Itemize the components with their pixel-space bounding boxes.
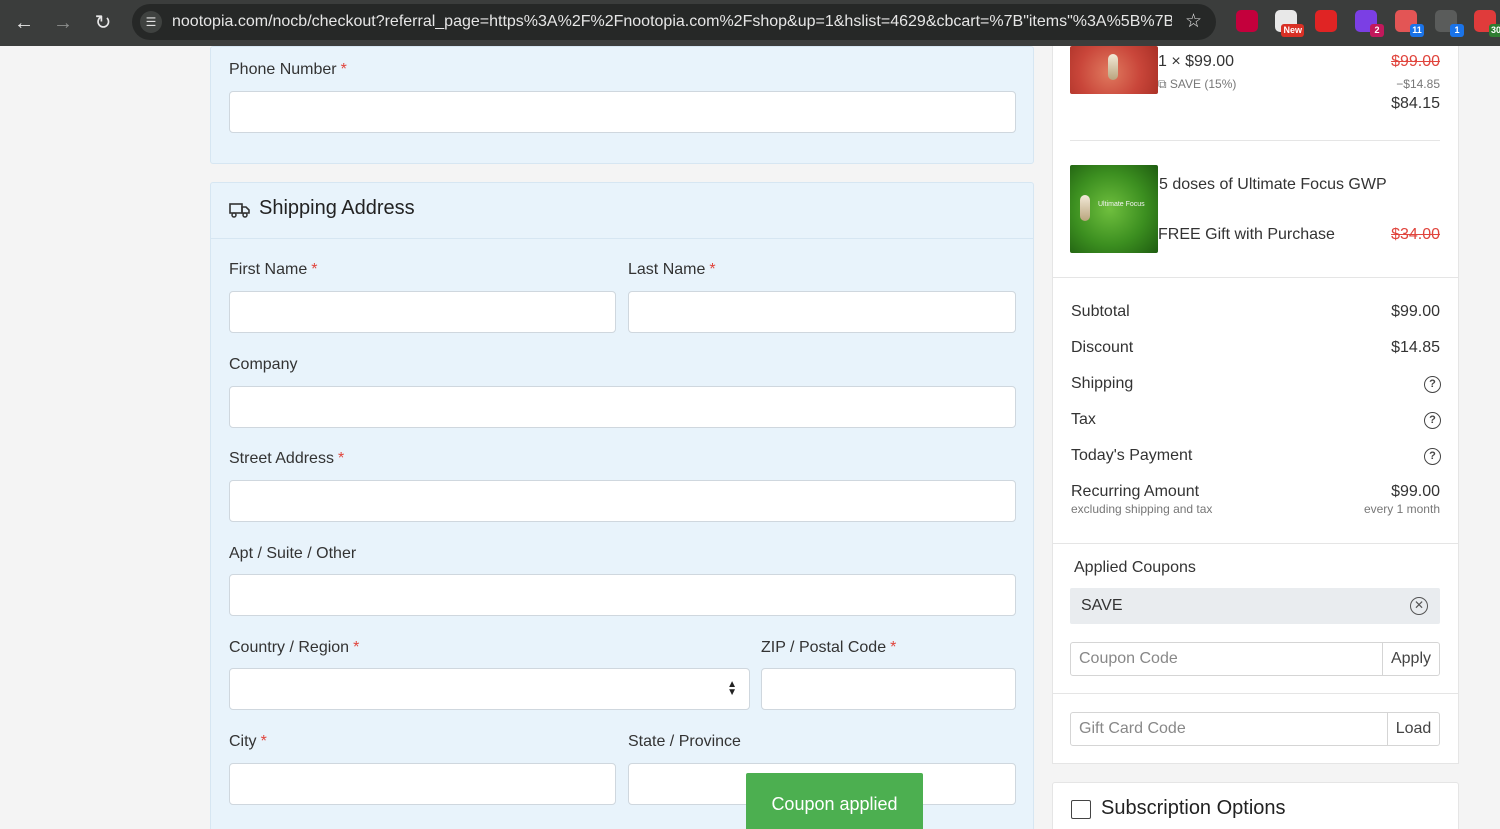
recurring-note: excluding shipping and tax (1071, 502, 1213, 516)
phone-input[interactable] (229, 91, 1016, 133)
contact-panel: Phone Number * (210, 46, 1034, 164)
subscription-options-title: Subscription Options (1101, 797, 1286, 819)
extension-badge: New (1281, 24, 1304, 37)
ublock-icon[interactable] (1236, 10, 1258, 32)
shipping-section-header: Shipping Address (211, 183, 1033, 239)
last-name-input[interactable] (628, 291, 1016, 333)
item1-discount: −$14.85 (1396, 77, 1440, 91)
apt-label: Apt / Suite / Other (229, 545, 357, 562)
subscription-options-panel: Subscription Options (1052, 782, 1459, 829)
city-label: City * (229, 733, 267, 750)
last-name-label: Last Name * (628, 261, 716, 278)
apply-coupon-button[interactable]: Apply (1383, 642, 1440, 676)
bookmark-star-icon[interactable]: ☆ (1185, 10, 1202, 34)
applied-coupon-chip: SAVE ✕ (1070, 588, 1440, 624)
hand-extension-icon[interactable] (1315, 10, 1337, 32)
discount-label: Discount (1071, 339, 1134, 356)
item1-save-badge: ⧉ SAVE (15%) (1158, 77, 1237, 91)
extension-badge: 1 (1450, 24, 1464, 37)
applied-coupons-title: Applied Coupons (1074, 559, 1196, 576)
extension-badge: 2 (1370, 24, 1384, 37)
subtotal-label: Subtotal (1071, 303, 1130, 320)
street-address-label: Street Address * (229, 450, 345, 467)
country-select[interactable]: ▲ ▼ (229, 668, 750, 710)
todays-payment-label: Today's Payment (1071, 447, 1193, 464)
calendar-icon (1071, 800, 1091, 819)
site-info-icon[interactable]: ☰ (140, 11, 162, 33)
item2-original-price: $34.00 (1391, 226, 1440, 243)
first-name-label: First Name * (229, 261, 318, 278)
item2-gift-label: FREE Gift with Purchase (1158, 226, 1335, 243)
coupon-code-input[interactable]: Coupon Code (1070, 642, 1383, 676)
applied-coupon-code: SAVE (1081, 597, 1123, 614)
shipping-help-icon[interactable]: ? (1424, 376, 1441, 393)
shipping-title: Shipping Address (259, 197, 415, 219)
capsule-icon (1080, 195, 1090, 221)
coupons-giftcard-divider (1052, 693, 1459, 694)
coupon-applied-toast: Coupon applied (746, 773, 923, 829)
recurring-amount-label: Recurring Amount (1071, 483, 1200, 500)
tax-label: Tax (1071, 411, 1096, 428)
extension-badge: 11 (1410, 24, 1424, 37)
browser-toolbar: ← → ↻ ☰ nootopia.com/nocb/checkout?refer… (0, 0, 1500, 46)
recurring-amount-value: $99.00 (1391, 483, 1440, 500)
city-input[interactable] (229, 763, 616, 805)
pen-extension-icon[interactable]: 2 (1355, 10, 1384, 37)
dots-extension-icon[interactable]: 1 (1435, 10, 1464, 37)
zip-label: ZIP / Postal Code * (761, 639, 897, 656)
country-label: Country / Region * (229, 639, 360, 656)
product-thumbnail-1 (1070, 46, 1158, 94)
address-bar[interactable]: ☰ nootopia.com/nocb/checkout?referral_pa… (132, 4, 1216, 40)
item-divider (1070, 140, 1440, 141)
first-name-input[interactable] (229, 291, 616, 333)
back-arrow-icon[interactable]: ← (9, 8, 39, 38)
company-input[interactable] (229, 386, 1016, 428)
extension-badge: 30 (1488, 24, 1500, 37)
tag-icon: ⧉ (1158, 77, 1167, 91)
subtotal-value: $99.00 (1391, 303, 1440, 320)
totals-coupons-divider (1052, 543, 1459, 544)
load-gift-card-button[interactable]: Load (1388, 712, 1440, 746)
items-totals-divider (1052, 277, 1459, 278)
url-text[interactable]: nootopia.com/nocb/checkout?referral_page… (172, 12, 1172, 32)
tax-help-icon[interactable]: ? (1424, 412, 1441, 429)
remove-coupon-icon[interactable]: ✕ (1410, 597, 1428, 615)
new-extension-icon[interactable]: New (1275, 10, 1304, 37)
select-arrows-icon: ▲ ▼ (727, 679, 737, 698)
thumbnail-label: Ultimate Focus (1098, 201, 1145, 208)
forward-arrow-icon[interactable]: → (48, 8, 78, 38)
zip-input[interactable] (761, 668, 1016, 710)
reload-icon[interactable]: ↻ (88, 8, 118, 38)
item1-qty-price: 1 × $99.00 (1158, 53, 1235, 70)
todays-payment-help-icon[interactable]: ? (1424, 448, 1441, 465)
capsule-icon (1108, 54, 1118, 80)
profile-extension-icon[interactable]: 30 (1474, 10, 1500, 37)
phone-label: Phone Number * (229, 61, 347, 78)
truck-icon (229, 203, 250, 218)
discount-value: $14.85 (1391, 339, 1440, 356)
shipping-address-panel: Shipping Address First Name * Last Name * … (210, 182, 1034, 829)
item1-final-price: $84.15 (1391, 95, 1440, 112)
state-label: State / Province (628, 733, 741, 750)
product-thumbnail-2: Ultimate Focus (1070, 165, 1158, 253)
apt-input[interactable] (229, 574, 1016, 616)
recurring-period: every 1 month (1363, 502, 1440, 516)
gift-card-input[interactable]: Gift Card Code (1070, 712, 1388, 746)
item2-name: 5 doses of Ultimate Focus GWP (1159, 176, 1387, 193)
grid-extension-icon[interactable]: 11 (1395, 10, 1424, 37)
company-label: Company (229, 356, 298, 373)
shipping-label: Shipping (1071, 375, 1134, 392)
item1-original-price: $99.00 (1391, 53, 1440, 70)
street-address-input[interactable] (229, 480, 1016, 522)
